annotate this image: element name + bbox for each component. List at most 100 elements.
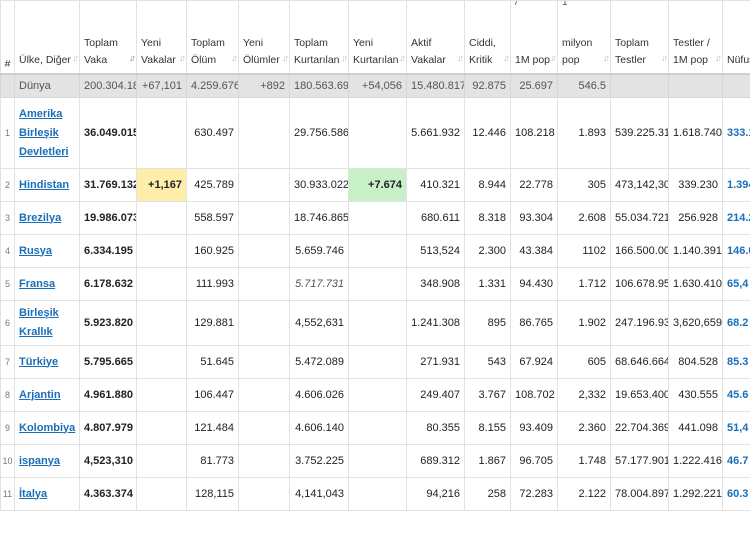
country-cell: Arjantin xyxy=(14,378,80,412)
world-total-cases: 200.304.185 xyxy=(79,73,137,98)
column-header-7[interactable]: Yeni Kurtarılan ↓↑ xyxy=(348,0,407,75)
total-deaths-cell: 81.773 xyxy=(186,444,239,478)
country-link[interactable]: Rusya xyxy=(19,242,75,261)
total-recovered-cell: 4,552,631 xyxy=(289,300,349,346)
deaths-per-m-cell: 2.360 xyxy=(557,411,611,445)
country-link[interactable]: Fransa xyxy=(19,275,75,294)
active-cell: 80.355 xyxy=(406,411,465,445)
sort-icon[interactable]: ↓↑ xyxy=(282,50,289,67)
column-header-13[interactable]: Testler / 1M pop ↓↑ xyxy=(668,0,723,75)
sort-icon[interactable]: ↓↑ xyxy=(661,50,668,67)
column-header-6[interactable]: Toplam Kurtarılan ↓↑ xyxy=(289,0,349,75)
country-cell: Rusya xyxy=(14,234,80,268)
cases-per-m-cell: 93.304 xyxy=(510,201,558,235)
country-link[interactable]: Amerika Birleşik Devletleri xyxy=(19,105,75,162)
world-total-deaths: 4.259.676 xyxy=(186,73,239,98)
total-tests-cell: 473,142,307 xyxy=(610,168,669,202)
new-deaths-cell xyxy=(238,234,290,268)
country-link[interactable]: Arjantin xyxy=(19,386,75,405)
cases-per-m-cell: 43.384 xyxy=(510,234,558,268)
column-header-11[interactable]: 1 milyon pop ↓↑ xyxy=(557,0,611,75)
header-label: Aktif Vakalar xyxy=(411,37,446,66)
sort-icon[interactable]: ↓↑ xyxy=(550,50,557,67)
sort-icon[interactable]: ↓↑ xyxy=(231,50,238,67)
country-link[interactable]: Birleşik Krallık xyxy=(19,304,75,342)
column-header-1[interactable]: Ülke, Diğer ↓↑ xyxy=(14,0,80,75)
column-header-3[interactable]: Yeni Vakalar ↓↑ xyxy=(136,0,187,75)
header-label: Yeni Ölümler xyxy=(243,37,280,66)
header-label: Toplam Ölüm xyxy=(191,37,225,66)
new-recovered-cell xyxy=(348,345,407,379)
total-deaths-cell: 106.447 xyxy=(186,378,239,412)
deaths-per-m-cell: 1.712 xyxy=(557,267,611,301)
country-link[interactable]: Brezilya xyxy=(19,209,75,228)
active-cell: 271.931 xyxy=(406,345,465,379)
sort-icon[interactable]: ↓↑ xyxy=(603,50,610,67)
sort-icon[interactable]: ↓↑ xyxy=(457,50,464,67)
sort-icon[interactable]: ↓↑ xyxy=(503,50,510,67)
column-header-4[interactable]: Toplam Ölüm ↓↑ xyxy=(186,0,239,75)
column-header-2[interactable]: Toplam Vaka ↓↑ xyxy=(79,0,137,75)
header-label: Yeni Vakalar xyxy=(141,37,176,66)
sort-icon[interactable]: ↓↑ xyxy=(179,50,186,67)
total-recovered-cell: 5.659.746 xyxy=(289,234,349,268)
new-cases-cell xyxy=(136,201,187,235)
sort-icon[interactable]: ↓↑ xyxy=(341,50,348,67)
row-index: 4 xyxy=(0,234,15,268)
country-link[interactable]: Hindistan xyxy=(19,176,75,195)
cases-per-m-cell: 108.702 xyxy=(510,378,558,412)
deaths-per-m-cell: 2,332 xyxy=(557,378,611,412)
tests-per-m-cell: 441.098 xyxy=(668,411,723,445)
new-cases-cell xyxy=(136,378,187,412)
cases-per-m-cell: 93.409 xyxy=(510,411,558,445)
country-link[interactable]: ispanya xyxy=(19,452,75,471)
total-cases-cell: 4.961.880 xyxy=(79,378,137,412)
sort-icon[interactable]: ↓↑ xyxy=(72,50,79,67)
new-cases-cell xyxy=(136,444,187,478)
tests-per-m-cell: 1.140.391 xyxy=(668,234,723,268)
total-deaths-cell: 111.993 xyxy=(186,267,239,301)
header-prefix: / xyxy=(515,0,518,8)
table-row: 4 Rusya 6.334.195 160.925 5.659.746 513,524 2.… xyxy=(0,234,750,268)
critical-cell: 258 xyxy=(464,477,511,511)
new-recovered-cell xyxy=(348,378,407,412)
new-deaths-cell xyxy=(238,411,290,445)
population-cell: 60.3 xyxy=(722,477,750,511)
header-label: # xyxy=(4,58,11,70)
column-header-9[interactable]: Ciddi, Kritik ↓↑ xyxy=(464,0,511,75)
sort-icon[interactable]: ↓↑ xyxy=(129,50,136,67)
total-recovered-cell: 4,141,043 xyxy=(289,477,349,511)
active-cell: 410.321 xyxy=(406,168,465,202)
column-header-5[interactable]: Yeni Ölümler ↓↑ xyxy=(238,0,290,75)
critical-cell: 895 xyxy=(464,300,511,346)
tests-per-m-cell: 1.222.416 xyxy=(668,444,723,478)
country-cell: Amerika Birleşik Devletleri xyxy=(14,97,80,169)
header-label: Nüfus xyxy=(727,54,750,66)
total-deaths-cell: 121.484 xyxy=(186,411,239,445)
country-link[interactable]: Kolombiya xyxy=(19,419,75,438)
total-cases-cell: 31.769.132 xyxy=(79,168,137,202)
deaths-per-m-cell: 1.748 xyxy=(557,444,611,478)
row-index: 9 xyxy=(0,411,15,445)
sort-icon[interactable]: ↓↑ xyxy=(715,50,722,67)
column-header-10[interactable]: / 1M pop ↓↑ xyxy=(510,0,558,75)
sort-icon[interactable]: ↓↑ xyxy=(399,50,406,67)
new-recovered-cell xyxy=(348,444,407,478)
cases-per-m-cell: 22.778 xyxy=(510,168,558,202)
total-cases-cell: 19.986.073 xyxy=(79,201,137,235)
total-deaths-cell: 160.925 xyxy=(186,234,239,268)
country-link[interactable]: Türkiye xyxy=(19,353,75,372)
total-cases-cell: 4.807.979 xyxy=(79,411,137,445)
new-recovered-cell xyxy=(348,234,407,268)
table-row: 10 ispanya 4,523,310 81.773 3.752.225 689.312… xyxy=(0,444,750,478)
new-recovered-cell: +7.674 xyxy=(348,168,407,202)
critical-cell: 3.767 xyxy=(464,378,511,412)
cases-per-m-cell: 86.765 xyxy=(510,300,558,346)
table-row: 3 Brezilya 19.986.073 558.597 18.746.865 680.… xyxy=(0,201,750,235)
country-cell: Brezilya xyxy=(14,201,80,235)
column-header-8[interactable]: Aktif Vakalar ↓↑ xyxy=(406,0,465,75)
country-link[interactable]: İtalya xyxy=(19,485,75,504)
new-deaths-cell xyxy=(238,168,290,202)
new-cases-cell xyxy=(136,300,187,346)
column-header-12[interactable]: Toplam Testler ↓↑ xyxy=(610,0,669,75)
